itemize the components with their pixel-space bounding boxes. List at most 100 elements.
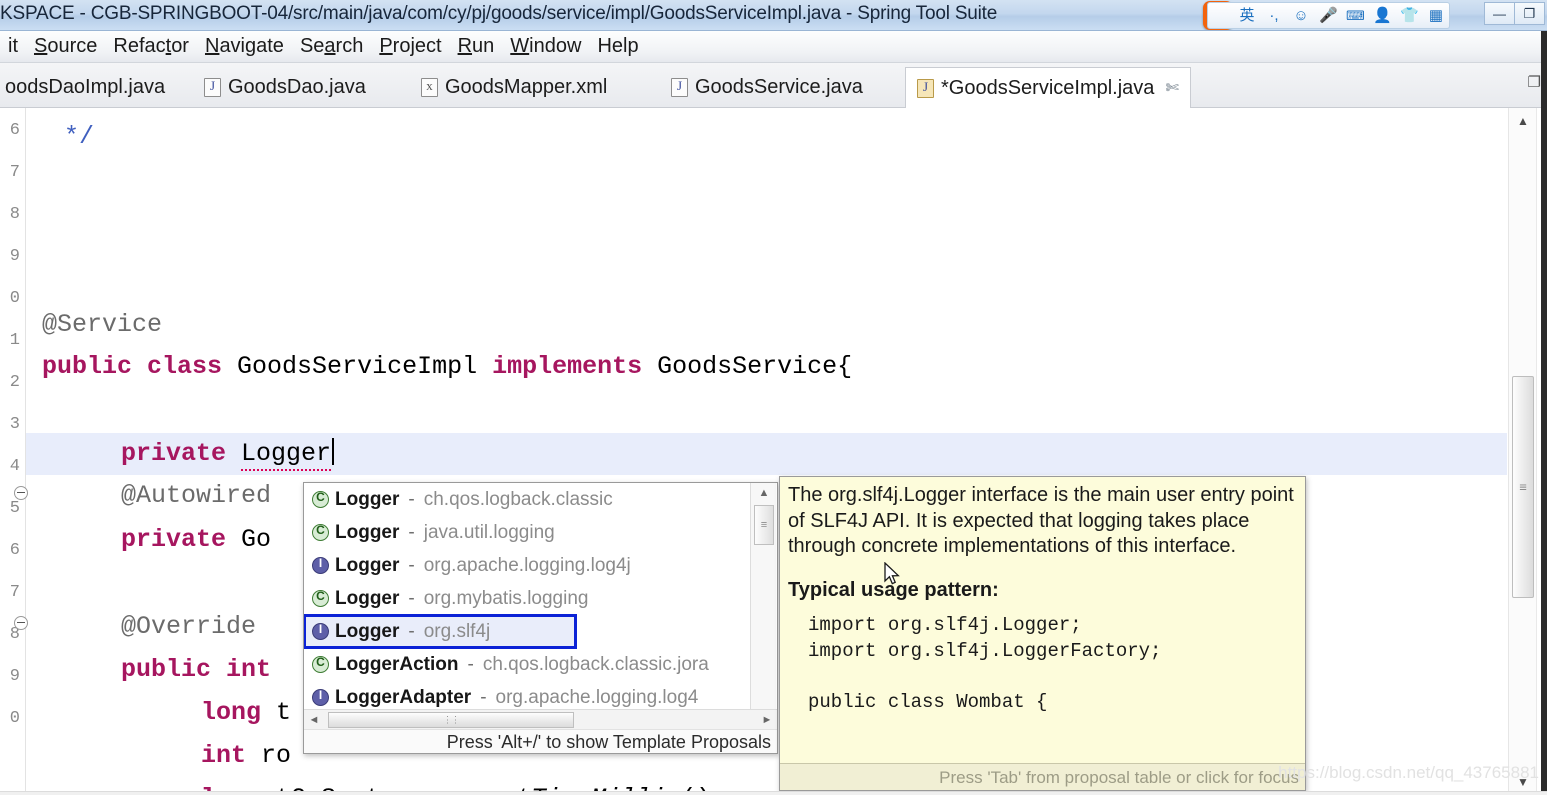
menu-item-project[interactable]: Project xyxy=(371,35,449,58)
skin-icon[interactable]: 👕 xyxy=(1400,8,1419,23)
code-token: t xyxy=(276,698,292,727)
voice-input-icon[interactable]: 🎤 xyxy=(1319,8,1338,23)
proposal-separator: - xyxy=(408,554,415,576)
menu-bar: it Source Refactor Navigate Search Project Run… xyxy=(0,31,1547,63)
line-number: 6 xyxy=(9,121,20,140)
window-right-edge xyxy=(1541,31,1547,795)
code-token: public class xyxy=(42,352,238,381)
menu-item-it[interactable]: it xyxy=(0,35,26,58)
proposal-scroll-thumb[interactable] xyxy=(754,505,774,545)
proposal-package: org.slf4j xyxy=(423,620,491,642)
menu-item-help[interactable]: Help xyxy=(589,35,646,58)
soft-keyboard-icon[interactable]: ⌨ xyxy=(1346,9,1365,22)
proposal-package: org.apache.logging.log4 xyxy=(495,686,699,708)
proposal-separator: - xyxy=(408,587,415,609)
java-file-dirty-icon xyxy=(917,78,934,98)
line-number: 0 xyxy=(9,709,20,728)
proposal-item-selected[interactable]: Logger-org.slf4j xyxy=(304,614,577,649)
line-number: 2 xyxy=(9,373,20,392)
code-token: @Override xyxy=(121,612,257,641)
window-bottom-edge xyxy=(0,791,1547,795)
text-caret xyxy=(332,438,335,465)
proposal-package: ch.qos.logback.classic xyxy=(423,488,613,510)
xml-file-icon xyxy=(421,78,438,97)
menu-item-search[interactable]: Search xyxy=(292,35,371,58)
menu-item-window[interactable]: Window xyxy=(502,35,589,58)
proposal-name: LoggerAdapter xyxy=(335,686,472,708)
proposal-item[interactable]: Logger-ch.qos.logback.classic xyxy=(304,483,752,516)
editor-tab-0[interactable]: oodsDaoImpl.java xyxy=(0,67,176,108)
proposal-horizontal-scrollbar[interactable]: ◄ ► xyxy=(304,709,777,729)
proposal-item[interactable]: Logger-java.util.logging xyxy=(304,516,752,549)
sogou-ime-toolbar[interactable]: 英 ·, ☺ 🎤 ⌨ 👤 👕 ▦ xyxy=(1207,2,1450,29)
menu-item-navigate[interactable]: Navigate xyxy=(197,35,292,58)
proposal-scroll-right-icon[interactable]: ► xyxy=(758,710,776,730)
editor-scroll-thumb[interactable] xyxy=(1512,376,1534,598)
javadoc-hover-panel[interactable]: The org.slf4j.Logger interface is the ma… xyxy=(779,476,1306,791)
proposal-item[interactable]: Logger-org.mybatis.logging xyxy=(304,582,752,615)
content-assist-popup[interactable]: Logger-ch.qos.logback.classicLogger-java… xyxy=(303,482,778,754)
proposal-name: Logger xyxy=(335,587,400,609)
editor-tab-1[interactable]: GoodsDao.java xyxy=(193,67,377,108)
code-token: Logger xyxy=(241,439,332,471)
line-number: 4 xyxy=(9,457,20,476)
line-number: 0 xyxy=(9,289,20,308)
editor-vertical-scrollbar[interactable]: ▲ ▼ xyxy=(1508,108,1536,795)
code-line: @Override xyxy=(121,606,256,648)
editor-tab-4[interactable]: *GoodsServiceImpl.java ✄ xyxy=(905,67,1191,109)
editor-restore-icon[interactable]: ❐ xyxy=(1528,73,1541,91)
editor-tab-bar: oodsDaoImpl.java GoodsDao.java GoodsMapper… xyxy=(0,63,1547,109)
code-line: @Service xyxy=(42,304,162,346)
code-line: long t xyxy=(201,692,291,734)
menu-item-source[interactable]: Source xyxy=(26,35,105,58)
code-token: public int xyxy=(121,655,272,684)
scroll-up-icon[interactable]: ▲ xyxy=(1509,110,1537,132)
user-account-icon[interactable]: 👤 xyxy=(1373,8,1392,23)
punctuation-mode-icon[interactable]: ·, xyxy=(1265,8,1283,23)
code-token: GoodsServiceImpl xyxy=(237,352,493,381)
code-token: ro xyxy=(261,741,292,770)
close-icon[interactable]: ✄ xyxy=(1165,78,1178,98)
code-editor[interactable]: 678901234567890 */@Service public class G… xyxy=(0,108,1547,795)
blog-watermark: https://blog.csdn.net/qq_43765881 xyxy=(1278,763,1539,782)
proposal-vertical-scrollbar[interactable]: ▲ ▼ xyxy=(750,483,776,730)
chinese-input-mode-icon[interactable]: 英 xyxy=(1238,8,1256,23)
code-token: GoodsService{ xyxy=(657,352,853,381)
code-line: public int xyxy=(121,649,271,691)
proposal-scroll-left-icon[interactable]: ◄ xyxy=(305,710,323,730)
line-number-gutter: 678901234567890 xyxy=(0,108,28,795)
code-token: */ xyxy=(64,122,95,151)
proposal-item[interactable]: Logger-org.apache.logging.log4j xyxy=(304,549,752,582)
minimize-button[interactable]: — xyxy=(1484,2,1515,25)
interface-icon xyxy=(312,622,329,640)
code-line: public class GoodsServiceImpl implements… xyxy=(42,346,852,388)
spring-tool-suite-window: KSPACE - CGB-SPRINGBOOT-04/src/main/java… xyxy=(0,0,1547,795)
menu-item-run[interactable]: Run xyxy=(450,35,503,58)
editor-tab-2[interactable]: GoodsMapper.xml xyxy=(410,67,618,108)
toolbox-icon[interactable]: ▦ xyxy=(1427,8,1445,23)
proposal-name: Logger xyxy=(335,554,400,576)
emoji-icon[interactable]: ☺ xyxy=(1292,8,1310,23)
editor-tab-3[interactable]: GoodsService.java xyxy=(660,67,874,108)
javadoc-focus-hint: Press 'Tab' from proposal table or click… xyxy=(780,763,1305,790)
proposal-package: org.apache.logging.log4j xyxy=(423,554,631,576)
window-controls: — ❐ xyxy=(1484,2,1545,25)
javadoc-content: The org.slf4j.Logger interface is the ma… xyxy=(788,483,1299,760)
class-icon xyxy=(312,589,329,607)
class-icon xyxy=(312,523,329,541)
line-number: 7 xyxy=(9,583,20,602)
editor-tab-label: GoodsMapper.xml xyxy=(445,76,608,98)
line-number: 3 xyxy=(9,415,20,434)
code-line: private Logger xyxy=(121,433,335,475)
line-number: 8 xyxy=(9,205,20,224)
restore-button[interactable]: ❐ xyxy=(1514,2,1545,25)
minimize-icon: — xyxy=(1493,6,1506,21)
proposal-list[interactable]: Logger-ch.qos.logback.classicLogger-java… xyxy=(304,483,752,730)
javadoc-heading: Typical usage pattern: xyxy=(788,578,999,601)
proposal-scroll-up-icon[interactable]: ▲ xyxy=(751,484,777,502)
editor-tab-label: *GoodsServiceImpl.java xyxy=(941,76,1155,99)
proposal-item[interactable]: LoggerAction-ch.qos.logback.classic.jora xyxy=(304,648,752,681)
menu-item-refactor[interactable]: Refactor xyxy=(105,35,197,58)
proposal-separator: - xyxy=(408,620,415,642)
proposal-hscroll-thumb[interactable] xyxy=(328,712,574,728)
